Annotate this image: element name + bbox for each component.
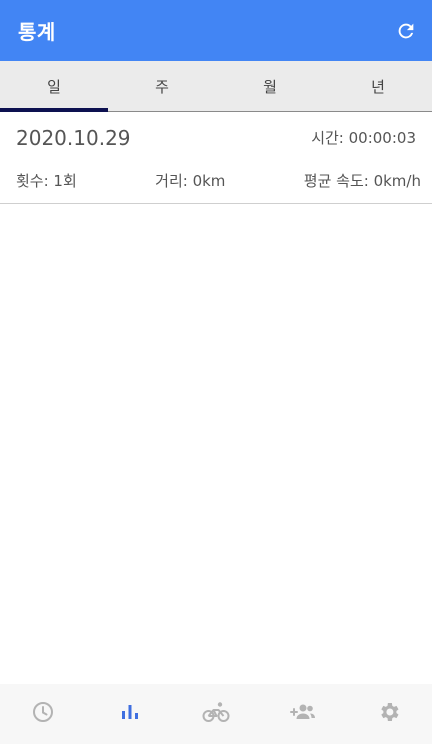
nav-riding[interactable]	[192, 690, 240, 738]
nav-friends[interactable]	[278, 690, 326, 738]
nav-history[interactable]	[19, 690, 67, 738]
tab-week[interactable]: 주	[108, 61, 216, 111]
record-distance: 거리: 0km	[155, 172, 226, 190]
app-bar: 통계	[0, 0, 432, 61]
page-title: 통계	[18, 20, 56, 44]
refresh-icon[interactable]	[394, 19, 418, 43]
nav-statistics[interactable]	[106, 690, 154, 738]
tab-day[interactable]: 일	[0, 61, 108, 112]
clock-icon	[31, 700, 55, 728]
record-item[interactable]: 2020.10.29 시간: 00:00:03 횟수: 1회 거리: 0km 평…	[0, 112, 432, 204]
tab-month-label: 월	[263, 77, 277, 96]
tab-year-label: 년	[371, 77, 385, 96]
add-friend-icon	[288, 700, 316, 728]
tab-day-label: 일	[47, 77, 61, 96]
record-time: 시간: 00:00:03	[311, 129, 416, 147]
record-stats: 횟수: 1회 거리: 0km 평균 속도: 0km/h	[16, 170, 421, 191]
tab-year[interactable]: 년	[324, 61, 432, 111]
record-avg-speed: 평균 속도: 0km/h	[303, 172, 421, 190]
bar-chart-icon	[118, 700, 142, 728]
bicycle-icon	[202, 700, 230, 728]
record-count: 횟수: 1회	[16, 172, 77, 190]
tab-month[interactable]: 월	[216, 61, 324, 111]
gear-icon	[377, 700, 401, 728]
period-tabs: 일 주 월 년	[0, 61, 432, 112]
record-date: 2020.10.29	[16, 126, 131, 150]
tab-week-label: 주	[155, 77, 169, 96]
bottom-nav	[0, 684, 432, 744]
nav-settings[interactable]	[365, 690, 413, 738]
